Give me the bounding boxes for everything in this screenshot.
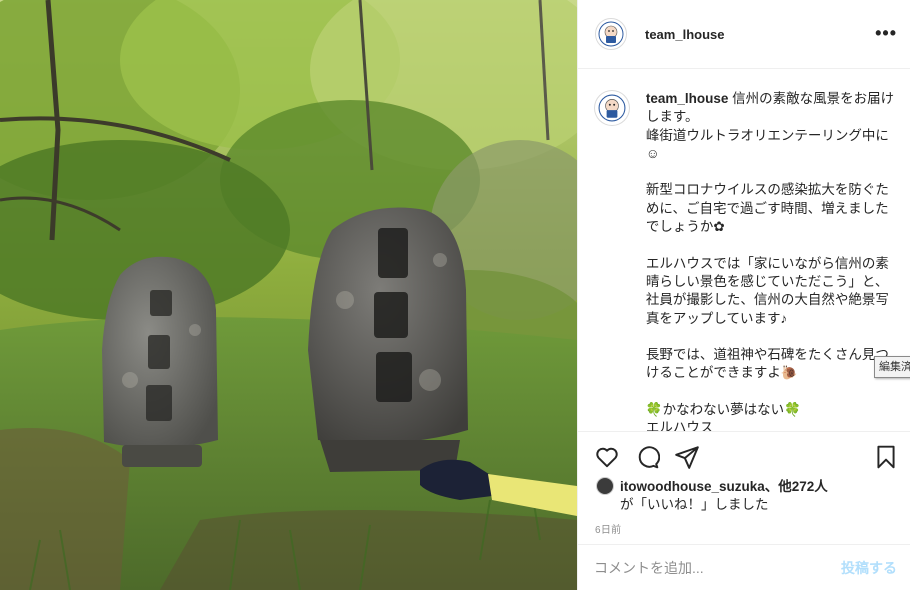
bookmark-icon[interactable] bbox=[873, 444, 899, 470]
caption-area: team_lhouse 信州の素敵な風景をお届けします。 峰街道ウルトラオリエン… bbox=[578, 70, 910, 431]
caption-avatar[interactable] bbox=[594, 90, 630, 126]
caption-body: 信州の素敵な風景をお届けします。 峰街道ウルトラオリエンテーリング中に☺ 新型コ… bbox=[645, 91, 895, 431]
caption-text: team_lhouse 信州の素敵な風景をお届けします。 峰街道ウルトラオリエン… bbox=[646, 90, 895, 431]
profile-avatar[interactable] bbox=[595, 18, 627, 50]
comment-input[interactable] bbox=[594, 559, 841, 576]
post-detail-panel: team_lhouse ••• team_lhouse 信州の素敵な風景をお届け… bbox=[577, 0, 910, 590]
post-header: team_lhouse ••• bbox=[578, 0, 910, 69]
header-username[interactable]: team_lhouse bbox=[645, 27, 724, 42]
stone-monuments-photo bbox=[0, 0, 577, 590]
likes-summary: itowoodhouse_suzuka、他272人 が「いいね！」しました bbox=[596, 477, 896, 514]
action-bar bbox=[578, 431, 910, 481]
post-photo[interactable] bbox=[0, 0, 577, 590]
mascot-logo-icon bbox=[598, 21, 624, 47]
paper-plane-icon[interactable] bbox=[674, 444, 700, 470]
edit-tooltip: 編集済 bbox=[874, 356, 910, 378]
comment-icon[interactable] bbox=[634, 444, 661, 470]
post-timestamp[interactable]: 6日前 bbox=[595, 521, 621, 536]
heart-icon[interactable] bbox=[594, 444, 620, 470]
more-options-icon[interactable]: ••• bbox=[875, 24, 897, 42]
likes-count[interactable]: 、他272人 bbox=[765, 479, 828, 494]
liker-username[interactable]: itowoodhouse_suzuka bbox=[620, 479, 765, 494]
mascot-logo-icon bbox=[598, 94, 626, 122]
post-comment-button[interactable]: 投稿する bbox=[841, 558, 897, 578]
comment-bar: 投稿する bbox=[578, 544, 910, 590]
liker-avatar[interactable] bbox=[596, 477, 614, 495]
likes-text: が「いいね！」しました bbox=[620, 497, 769, 512]
caption-username[interactable]: team_lhouse bbox=[646, 91, 729, 106]
